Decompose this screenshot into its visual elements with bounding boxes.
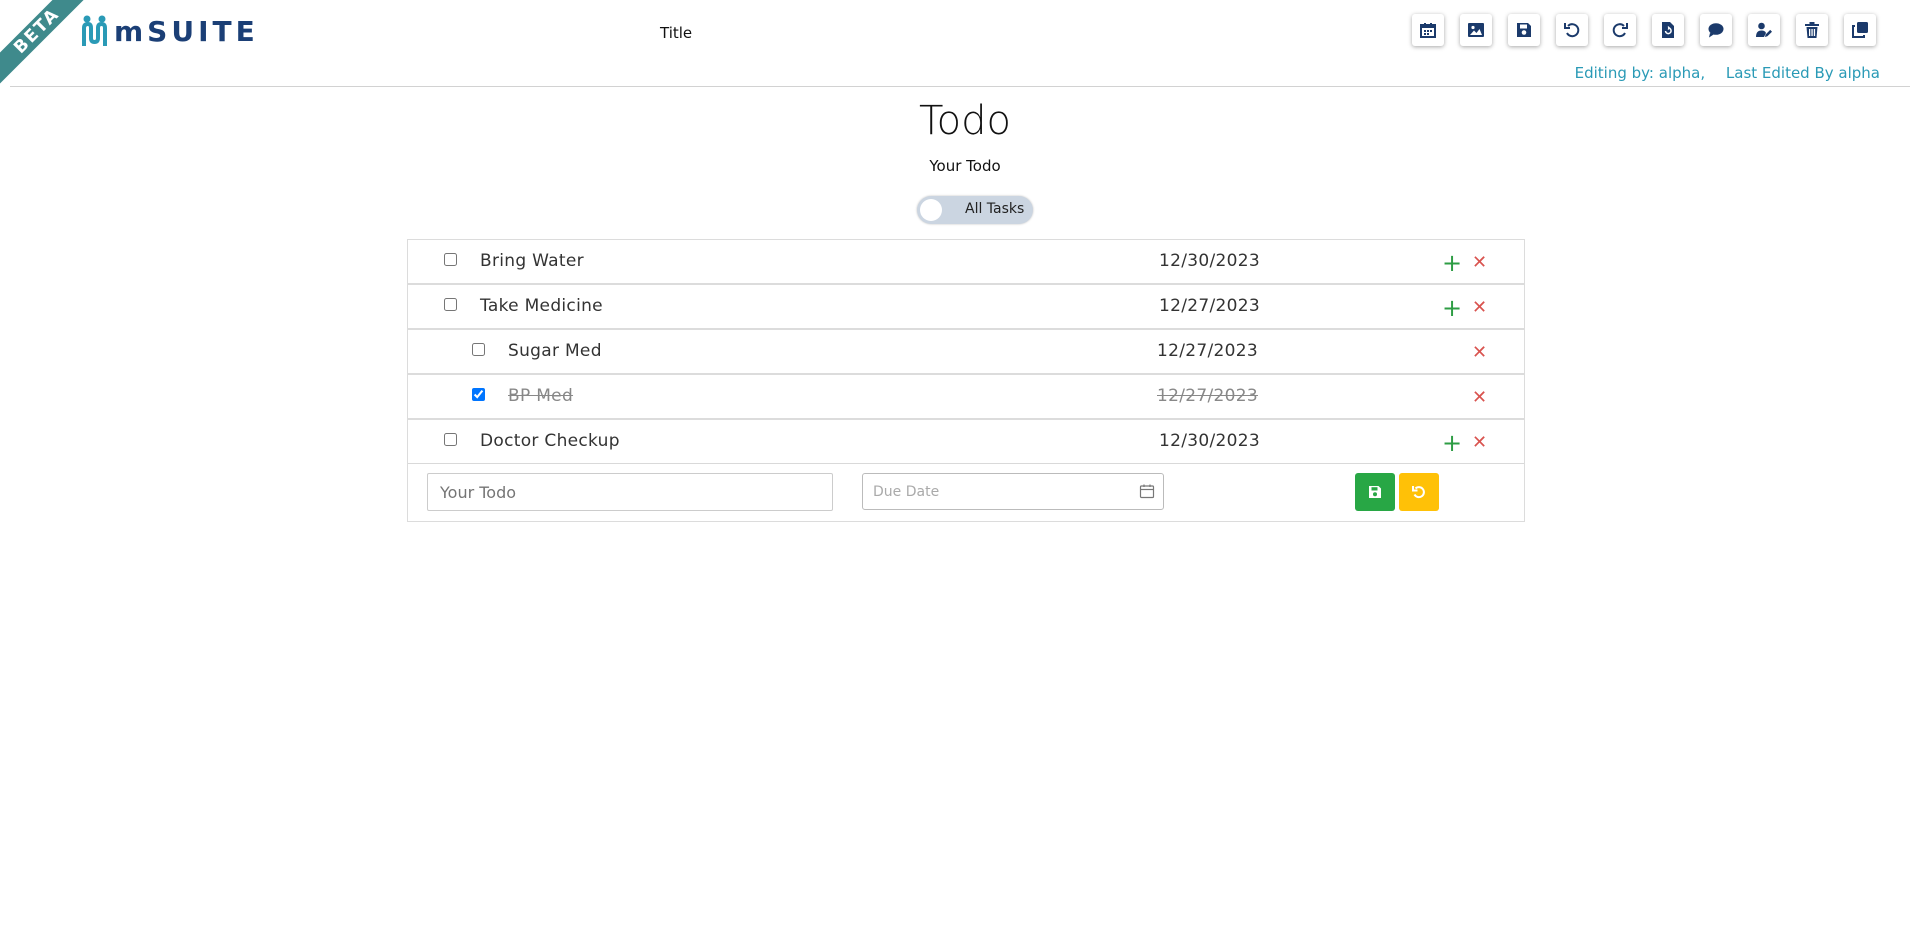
- calendar-button[interactable]: [1412, 14, 1444, 46]
- todo-task-label[interactable]: Bring Water: [480, 251, 584, 271]
- logo-icon: [82, 15, 107, 46]
- editing-by-label: Editing by: alpha,: [1574, 64, 1706, 82]
- todo-task-label[interactable]: Take Medicine: [480, 296, 603, 316]
- new-todo-row: Due Date: [408, 464, 1524, 521]
- toggle-label: All Tasks: [965, 201, 1025, 217]
- todo-due-date[interactable]: 12/27/2023: [1159, 296, 1260, 316]
- logo-text: mSUITE: [114, 14, 259, 48]
- delete-todo-button[interactable]: ✕: [1472, 253, 1487, 273]
- redo-button[interactable]: [1604, 14, 1636, 46]
- document-title[interactable]: Title: [660, 24, 692, 42]
- add-subtask-button[interactable]: +: [1442, 296, 1462, 320]
- undo-button[interactable]: [1556, 14, 1588, 46]
- user-edit-button[interactable]: [1748, 14, 1780, 46]
- add-subtask-button[interactable]: +: [1442, 251, 1462, 275]
- due-date-input[interactable]: Due Date: [862, 473, 1164, 510]
- subtask-label[interactable]: Sugar Med: [508, 341, 602, 361]
- reset-todo-button[interactable]: [1399, 473, 1439, 511]
- beta-ribbon: BETA: [0, 0, 90, 90]
- save-icon: [1369, 486, 1381, 498]
- add-subtask-button[interactable]: +: [1442, 431, 1462, 455]
- delete-subtask-button[interactable]: ✕: [1472, 388, 1487, 408]
- toggle-knob: [920, 199, 942, 221]
- header-divider: [10, 86, 1910, 87]
- subtask-checkbox[interactable]: [472, 388, 485, 401]
- beta-label: BETA: [0, 0, 90, 90]
- image-icon: [1468, 23, 1484, 37]
- todo-checkbox[interactable]: [444, 433, 457, 446]
- due-date-placeholder: Due Date: [873, 484, 940, 500]
- todo-row: Doctor Checkup 12/30/2023 + ✕: [408, 420, 1524, 464]
- copy-icon: [1852, 22, 1868, 38]
- comment-icon: [1708, 23, 1724, 38]
- redo-icon: [1612, 23, 1628, 38]
- undo-icon: [1564, 23, 1580, 38]
- page-subtitle: Your Todo: [929, 157, 1001, 175]
- todo-task-label[interactable]: Doctor Checkup: [480, 431, 620, 451]
- save-todo-button[interactable]: [1355, 473, 1395, 511]
- app-logo[interactable]: mSUITE: [80, 14, 259, 48]
- toolbar: [1412, 14, 1876, 46]
- subtask-label[interactable]: BP Med: [508, 386, 573, 406]
- save-button[interactable]: [1508, 14, 1540, 46]
- subtask-due-date[interactable]: 12/27/2023: [1157, 386, 1258, 406]
- last-edited-label: Last Edited By alpha: [1725, 64, 1880, 82]
- delete-subtask-button[interactable]: ✕: [1472, 343, 1487, 363]
- delete-todo-button[interactable]: ✕: [1472, 298, 1487, 318]
- insert-image-button[interactable]: [1460, 14, 1492, 46]
- subtask-checkbox[interactable]: [472, 343, 485, 356]
- todo-row: Bring Water 12/30/2023 + ✕: [408, 240, 1524, 285]
- save-icon: [1517, 23, 1531, 37]
- edit-status: Editing by: alpha, Last Edited By alpha: [1575, 64, 1880, 82]
- page-title: Todo: [919, 98, 1011, 144]
- todo-due-date[interactable]: 12/30/2023: [1159, 251, 1260, 271]
- user-edit-icon: [1756, 22, 1772, 37]
- todo-text-input[interactable]: [427, 473, 833, 511]
- trash-icon: [1805, 22, 1819, 38]
- restore-version-button[interactable]: [1652, 14, 1684, 46]
- subtask-row: Sugar Med 12/27/2023 ✕: [408, 330, 1524, 375]
- comments-button[interactable]: [1700, 14, 1732, 46]
- todo-checkbox[interactable]: [444, 298, 457, 311]
- calendar-icon[interactable]: [1139, 483, 1155, 499]
- all-tasks-toggle[interactable]: All Tasks: [917, 196, 1033, 224]
- file-restore-icon: [1662, 22, 1674, 38]
- todo-due-date[interactable]: 12/30/2023: [1159, 431, 1260, 451]
- todo-checkbox[interactable]: [444, 253, 457, 266]
- todo-row: Take Medicine 12/27/2023 + ✕: [408, 285, 1524, 330]
- calendar-icon: [1420, 23, 1436, 38]
- subtask-row: BP Med 12/27/2023 ✕: [408, 375, 1524, 420]
- duplicate-button[interactable]: [1844, 14, 1876, 46]
- delete-todo-button[interactable]: ✕: [1472, 433, 1487, 453]
- delete-button[interactable]: [1796, 14, 1828, 46]
- undo-icon: [1412, 486, 1425, 499]
- subtask-due-date[interactable]: 12/27/2023: [1157, 341, 1258, 361]
- todo-table: Bring Water 12/30/2023 + ✕ Take Medicine…: [407, 239, 1525, 522]
